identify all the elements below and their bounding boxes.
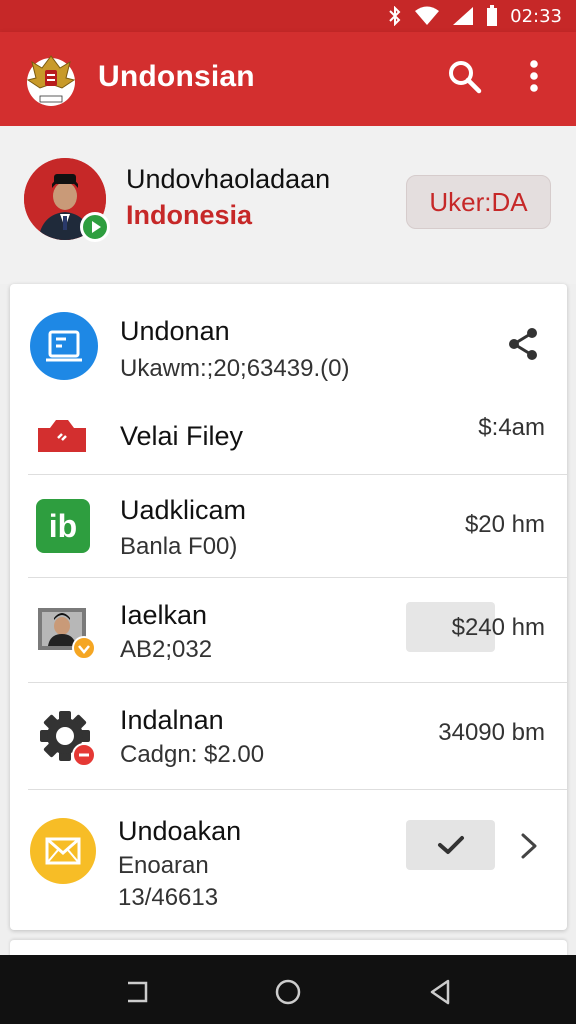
list-item[interactable]: Indalnan Cadgn: $2.00 34090 bm (10, 683, 567, 789)
back-icon[interactable] (424, 975, 458, 1009)
list-item-subtitle-secondary: 13/46613 (118, 884, 219, 911)
list-item[interactable]: Undoakan Enoaran 13/46613 (10, 790, 567, 930)
more-vert-icon[interactable] (518, 58, 550, 94)
gear-icon (36, 707, 98, 769)
profile-name: Undovhaoladaan (126, 164, 331, 194)
list-item-title: Undoakan (118, 816, 242, 846)
share-icon[interactable] (506, 326, 540, 362)
list-item-title: Indalnan (120, 705, 224, 735)
home-icon[interactable] (271, 975, 305, 1009)
photo-folder-icon (36, 602, 96, 660)
list-item-amount: 34090 bm (438, 719, 545, 746)
ib-app-icon: ib (36, 499, 90, 553)
list-item-subtitle: Banla F00) (120, 533, 238, 560)
app-bar: Undonsian (0, 32, 576, 126)
list-item-title: Iaelkan (120, 600, 208, 630)
list-item-amount: $20 hm (464, 511, 545, 538)
wifi-icon (415, 6, 440, 25)
emblem-logo (18, 46, 84, 112)
chevron-right-icon[interactable] (518, 832, 540, 860)
app-title: Undonsian (98, 60, 255, 93)
transactions-card: Undonan Ukawm:;20;63439.(0) Velai Filey … (10, 284, 567, 930)
profile-section: Undovhaoladaan Indonesia Uker:DA (0, 126, 576, 284)
red-tag-icon (38, 420, 86, 452)
list-item[interactable]: Velai Filey $:4am (10, 394, 567, 474)
list-item-title: Velai Filey (120, 421, 244, 451)
search-icon[interactable] (446, 58, 482, 94)
navigation-bar (0, 955, 576, 1024)
mail-icon (30, 818, 96, 884)
list-item-subtitle: Cadgn: $2.00 (120, 741, 265, 768)
recent-apps-icon[interactable] (120, 975, 154, 1009)
list-item-amount: $240 hm (451, 614, 545, 641)
status-bar: 02:33 (0, 0, 576, 32)
list-item[interactable]: ib Uadklicam Banla F00) $20 hm (10, 475, 567, 577)
confirm-check-button[interactable] (406, 820, 495, 870)
check-icon (437, 836, 464, 854)
play-badge-icon (80, 212, 110, 242)
avatar[interactable] (24, 158, 110, 242)
list-item-title: Uadklicam (120, 495, 247, 525)
profile-country: Indonesia (126, 200, 253, 230)
battery-icon (487, 5, 498, 26)
list-item-subtitle: Enoaran (118, 852, 209, 879)
card-header-title: Undonan (120, 316, 230, 346)
bluetooth-icon (389, 6, 401, 26)
list-item[interactable]: Iaelkan AB2;032 $240 hm (10, 578, 567, 682)
list-item-amount: $:4am (478, 414, 545, 441)
signal-icon (453, 7, 474, 25)
app-list-icon (30, 312, 98, 380)
card-header-subtitle: Ukawm:;20;63439.(0) (120, 355, 350, 382)
status-time: 02:33 (510, 5, 562, 27)
list-item-subtitle: AB2;032 (120, 636, 213, 663)
profile-action-button[interactable]: Uker:DA (406, 175, 551, 229)
